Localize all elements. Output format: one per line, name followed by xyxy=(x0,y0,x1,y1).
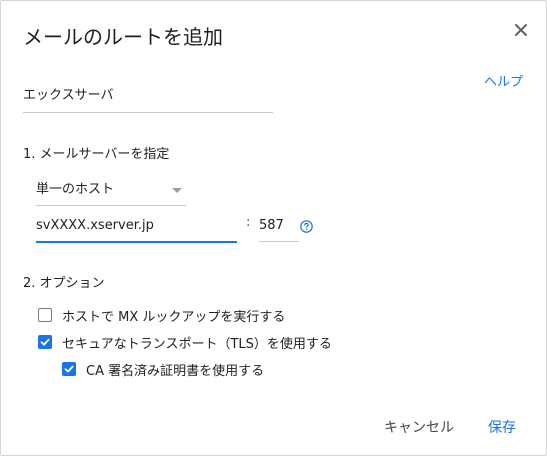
host-type-select[interactable]: 単一のホスト xyxy=(36,178,186,206)
port-input[interactable]: 587 xyxy=(259,213,299,242)
host-type-selected-label: 単一のホスト xyxy=(36,182,115,197)
question-circle-icon[interactable] xyxy=(300,218,313,233)
mx-lookup-checkbox[interactable] xyxy=(38,308,52,322)
port-separator: : xyxy=(246,215,251,230)
tls-label: セキュアなトランスポート（TLS）を使用する xyxy=(62,336,332,352)
server-section-title: 1. メールサーバーを指定 xyxy=(23,147,170,162)
mx-lookup-option[interactable]: ホストで MX ルックアップを実行する xyxy=(38,305,285,325)
server-host-input[interactable]: svXXXX.xserver.jp xyxy=(36,213,237,243)
options-section-title: 2. オプション xyxy=(23,276,105,291)
close-button[interactable] xyxy=(510,19,532,41)
checkmark-icon xyxy=(64,365,74,373)
route-name-input[interactable]: エックスサーバ xyxy=(23,83,273,113)
dialog-title: メールのルートを追加 xyxy=(23,25,223,49)
tls-option[interactable]: セキュアなトランスポート（TLS）を使用する xyxy=(38,332,332,352)
ca-cert-checkbox[interactable] xyxy=(62,362,76,376)
checkmark-icon xyxy=(40,338,50,346)
cancel-button[interactable]: キャンセル xyxy=(384,417,454,437)
ca-cert-option[interactable]: CA 署名済み証明書を使用する xyxy=(62,359,264,379)
mx-lookup-label: ホストで MX ルックアップを実行する xyxy=(62,309,286,325)
save-button[interactable]: 保存 xyxy=(488,417,516,437)
help-link[interactable]: ヘルプ xyxy=(484,71,523,90)
dropdown-arrow-icon xyxy=(172,188,182,193)
add-mail-route-dialog: メールのルートを追加 ヘルプ エックスサーバ 1. メールサーバーを指定 単一の… xyxy=(0,0,547,456)
close-icon xyxy=(515,24,527,36)
ca-cert-label: CA 署名済み証明書を使用する xyxy=(86,363,265,379)
tls-checkbox[interactable] xyxy=(38,335,52,349)
